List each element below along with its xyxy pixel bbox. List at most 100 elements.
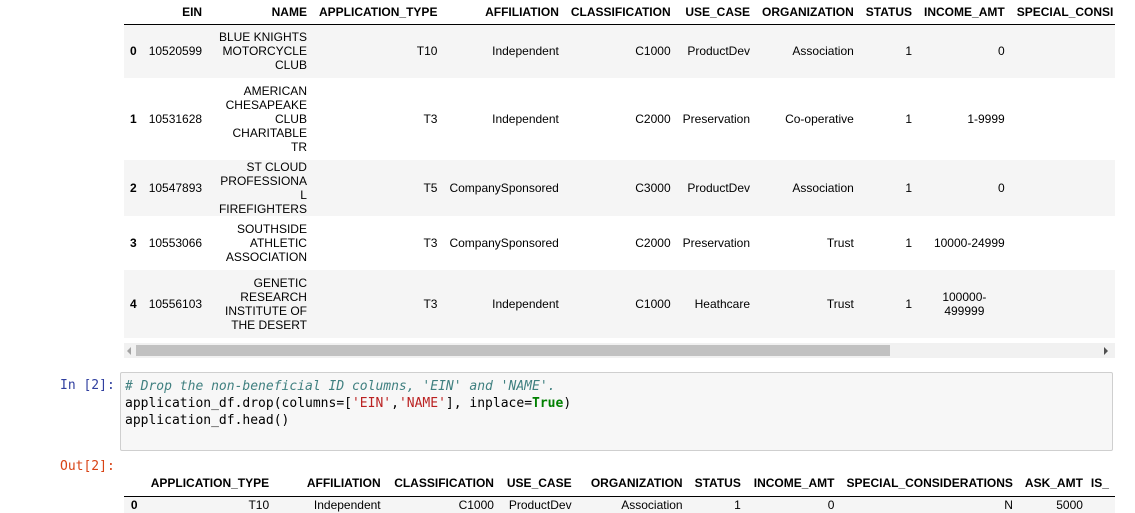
cell-status: 1 xyxy=(905,112,913,126)
cell-affiliation: CompanySponsored xyxy=(449,236,559,250)
column-header: EIN xyxy=(142,0,209,25)
column-header: NAME xyxy=(208,0,313,25)
cell-use-case: Heathcare xyxy=(694,297,751,311)
table-row: 3 10553066 SOUTHSIDE ATHLETIC ASSOCIATIO… xyxy=(124,216,1115,270)
cell-status: 1 xyxy=(905,297,913,311)
cell-special xyxy=(1011,160,1115,216)
cell-application-type: T3 xyxy=(423,297,438,311)
code-comment: # Drop the non-beneficial ID columns, 'E… xyxy=(125,379,556,394)
cell-use-case: Preservation xyxy=(682,236,751,250)
cell-use-case: ProductDev xyxy=(687,44,751,59)
scrollbar-thumb[interactable] xyxy=(136,345,890,356)
cell-income-amt: 10000-24999 xyxy=(933,236,1005,250)
cell-name: SOUTHSIDE ATHLETIC ASSOCIATION xyxy=(225,222,307,264)
cell-application-type: T10 xyxy=(416,44,438,59)
scroll-left-arrow-icon[interactable] xyxy=(127,347,131,355)
index-header xyxy=(124,470,144,497)
cell-organization: Association xyxy=(621,498,683,513)
code-text: application_df.drop(columns=[ xyxy=(125,396,352,411)
code-keyword: True xyxy=(532,396,564,411)
cell-classification: C2000 xyxy=(635,112,671,126)
table-row: 4 10556103 GENETIC RESEARCH INSTITUTE OF… xyxy=(124,270,1115,338)
input-prompt: In [2]: xyxy=(60,378,115,393)
cell-income-amt: 0 xyxy=(827,498,835,513)
column-header: USE_CASE xyxy=(499,470,578,497)
cell-affiliation: Independent xyxy=(492,112,559,126)
cell-organization: Co-operative xyxy=(785,112,854,126)
cell-use-case: ProductDev xyxy=(508,498,572,513)
row-index: 0 xyxy=(130,44,137,59)
row-index: 4 xyxy=(130,297,137,311)
cell-name: ST CLOUD PROFESSIONAL FIREFIGHTERS xyxy=(218,160,307,216)
cell-ein: 10553066 xyxy=(148,236,203,250)
column-header: STATUS xyxy=(688,470,747,497)
cell-ein: 10520599 xyxy=(148,44,203,59)
cell-use-case: Preservation xyxy=(682,112,751,126)
cell-application-type: T5 xyxy=(423,181,438,195)
cell-name: AMERICAN CHESAPEAKE CLUB CHARITABLE TR xyxy=(225,84,307,154)
column-header: CLASSIFICATION xyxy=(386,470,500,497)
cell-name: GENETIC RESEARCH INSTITUTE OF THE DESERT xyxy=(224,276,307,332)
cell-organization: Trust xyxy=(826,236,854,250)
cell-special xyxy=(1011,24,1115,78)
column-header: AFFILIATION xyxy=(275,470,387,497)
index-header xyxy=(124,0,143,25)
cell-special xyxy=(1011,270,1115,338)
scroll-right-arrow-icon[interactable] xyxy=(1104,347,1108,355)
column-header: CLASSIFICATION xyxy=(564,0,677,25)
column-header: STATUS xyxy=(859,0,919,25)
cell-classification: C1000 xyxy=(635,44,671,59)
cell-status: 1 xyxy=(905,236,913,250)
column-header: SPECIAL_CONSI xyxy=(1010,0,1115,25)
code-text: application_df.head() xyxy=(125,413,290,428)
cell-affiliation: CompanySponsored xyxy=(449,181,559,195)
column-header: AFFILIATION xyxy=(443,0,565,25)
dataframe-output-2[interactable]: APPLICATION_TYPE AFFILIATION CLASSIFICAT… xyxy=(124,470,1115,513)
code-string: 'EIN' xyxy=(351,396,392,411)
cell-special xyxy=(1011,78,1115,160)
cell-ein: 10531628 xyxy=(148,112,203,126)
cell-status: 1 xyxy=(905,181,913,195)
code-text: ], inplace= xyxy=(445,396,533,411)
cell-organization: Association xyxy=(792,181,854,195)
table-row: 2 10547893 ST CLOUD PROFESSIONAL FIREFIG… xyxy=(124,160,1115,216)
cell-ein: 10556103 xyxy=(148,297,203,311)
cell-name: BLUE KNIGHTS MOTORCYCLE CLUB xyxy=(218,30,307,73)
dataframe-output-1[interactable]: EIN NAME APPLICATION_TYPE AFFILIATION CL… xyxy=(124,0,1115,343)
cell-status: 1 xyxy=(734,498,741,513)
row-index: 1 xyxy=(130,112,137,126)
cell-status: 1 xyxy=(905,44,913,59)
column-header: ORGANIZATION xyxy=(577,470,689,497)
cell-classification: C1000 xyxy=(635,297,671,311)
cell-income-amt: 0 xyxy=(998,44,1005,59)
column-header: USE_CASE xyxy=(676,0,757,25)
cell-special xyxy=(1011,216,1115,270)
cell-special: N xyxy=(1004,498,1013,513)
row-index: 0 xyxy=(130,498,138,513)
column-header: ASK_AMT xyxy=(1018,470,1089,497)
cell-ask-amt: 5000 xyxy=(1056,498,1083,513)
output-prompt: Out[2]: xyxy=(60,459,115,474)
code-string: 'NAME' xyxy=(398,396,446,411)
cell-use-case: ProductDev xyxy=(687,181,751,195)
code-cell-editor[interactable]: # Drop the non-beneficial ID columns, 'E… xyxy=(120,372,1113,451)
column-header: APPLICATION_TYPE xyxy=(312,0,444,25)
cell-affiliation: Independent xyxy=(492,44,559,59)
table-row: 1 10531628 AMERICAN CHESAPEAKE CLUB CHAR… xyxy=(124,78,1115,160)
cell-income-amt: 1-9999 xyxy=(967,112,1005,126)
row-index: 3 xyxy=(130,236,137,250)
column-header: INCOME_AMT xyxy=(918,0,1011,25)
table-header-row: EIN NAME APPLICATION_TYPE AFFILIATION CL… xyxy=(124,0,1115,25)
dataframe-table-2: APPLICATION_TYPE AFFILIATION CLASSIFICAT… xyxy=(124,470,1115,513)
cell-is xyxy=(1089,496,1115,513)
cell-organization: Trust xyxy=(826,297,854,311)
cell-classification: C3000 xyxy=(635,181,671,195)
row-index: 2 xyxy=(130,181,137,195)
table-row: 0 10520599 BLUE KNIGHTS MOTORCYCLE CLUB … xyxy=(124,24,1115,78)
cell-application-type: T10 xyxy=(248,498,270,513)
horizontal-scrollbar[interactable] xyxy=(124,343,1115,358)
cell-classification: C1000 xyxy=(458,498,494,513)
column-header: IS_ xyxy=(1088,470,1115,497)
column-header: SPECIAL_CONSIDERATIONS xyxy=(840,470,1019,497)
code-text: ) xyxy=(563,396,572,411)
